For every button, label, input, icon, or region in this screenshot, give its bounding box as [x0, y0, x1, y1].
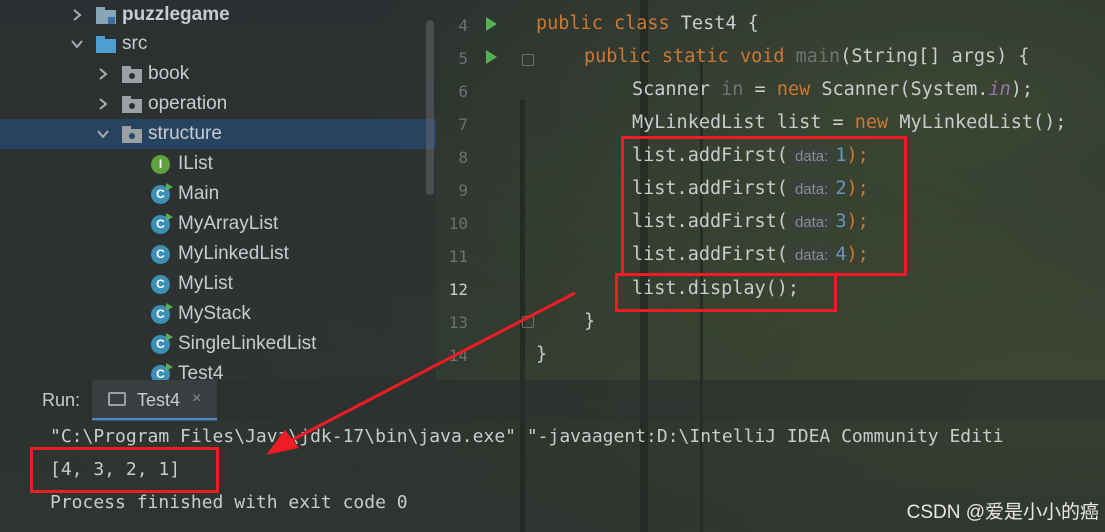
- watermark: CSDN @爱是小小的癌: [906, 502, 1099, 523]
- annotation-arrow: [266, 291, 576, 455]
